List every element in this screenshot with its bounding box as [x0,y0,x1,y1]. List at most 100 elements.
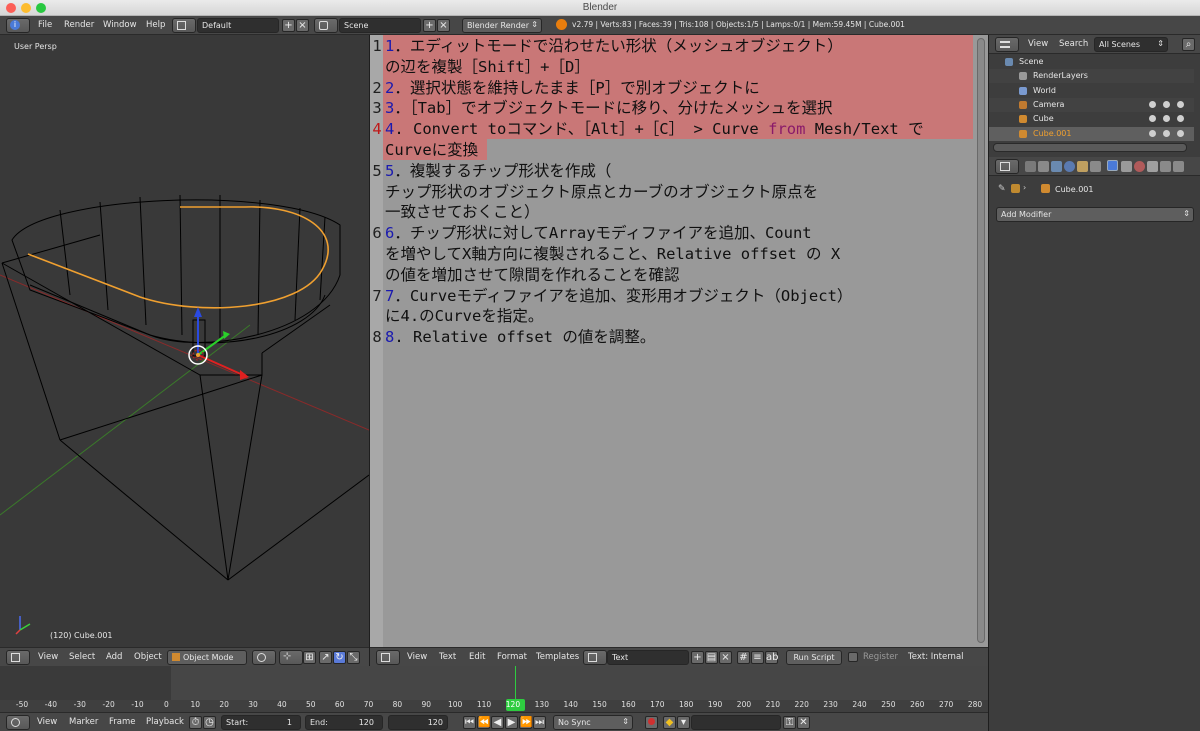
unlink-text-button[interactable]: × [719,651,732,664]
selected-curve[interactable] [27,206,329,309]
menu-window[interactable]: Window [103,20,137,30]
keying-set-field[interactable] [691,715,781,730]
translate-manipulator-button[interactable]: ↗ [319,651,332,664]
text-menu-format[interactable]: Format [497,652,527,662]
remove-layout-button[interactable]: × [296,19,309,32]
renderable-camera-icon[interactable] [1177,115,1184,123]
text-line[interactable]: 一致させておくこと） [385,202,985,222]
remove-scene-button[interactable]: × [437,19,450,32]
text-line[interactable]: の辺を複製［Shift］+［D］ [385,57,985,77]
scene-field[interactable]: Scene [339,18,421,33]
timeline-ruler[interactable] [0,700,988,712]
render-tab-icon[interactable] [1025,161,1036,172]
text-line[interactable]: の値を増加させて隙間を作れることを確認 [385,265,985,285]
viewport-menu-object[interactable]: Object [134,652,162,662]
outliner-item[interactable]: Cube [989,112,1194,126]
line-numbers-toggle[interactable]: # [737,651,750,664]
insert-keyframe-button[interactable]: ⚿ [783,716,796,729]
screen-layout-browse-button[interactable] [172,18,196,33]
y-manipulator[interactable] [197,334,227,356]
text-datablock-field[interactable]: Text [607,650,689,665]
editor-type-3d-view-button[interactable] [6,650,30,665]
register-checkbox[interactable] [848,652,858,662]
timeline-menu-view[interactable]: View [37,717,57,727]
text-line[interactable]: 7．Curveモディファイアを追加、変形用オブジェクト（Object） [385,286,985,306]
viewport-shading-button[interactable] [252,650,276,665]
text-line[interactable]: 8. Relative offset の値を調整。 [385,327,985,347]
text-line[interactable]: Curveに変換 [385,140,985,160]
data-tab-icon[interactable] [1121,161,1132,172]
pin-icon[interactable]: ✎ [998,184,1006,194]
manipulator-toggle-button[interactable]: ⊞ [303,651,316,664]
outliner-item[interactable]: World [989,84,1194,98]
rotate-manipulator-button[interactable]: ↻ [333,651,346,664]
render-layers-tab-icon[interactable] [1038,161,1049,172]
object-tab-icon[interactable] [1077,161,1088,172]
render-engine-dropdown[interactable]: Blender Render ⇕ [462,18,542,33]
3d-viewport[interactable]: User Persp (120) Cube.001 [0,35,369,647]
properties-editor[interactable]: ✎ › Cube.001 Add Modifier ⇕ [989,157,1200,731]
world-tab-icon[interactable] [1064,161,1075,172]
viewport-menu-select[interactable]: Select [69,652,95,662]
jump-start-button[interactable]: ⏮ [463,716,476,729]
outliner-item[interactable]: RenderLayers [989,69,1194,84]
editor-type-outliner-button[interactable] [995,37,1019,52]
text-menu-templates[interactable]: Templates [536,652,579,662]
particles-tab-icon[interactable] [1160,161,1171,172]
pivot-point-button[interactable]: ⊹ [279,650,303,665]
visibility-eye-icon[interactable] [1149,100,1156,108]
text-line[interactable]: 5．複製するチップ形状を作成（ [385,161,985,181]
viewport-menu-add[interactable]: Add [106,652,122,662]
viewport-menu-view[interactable]: View [38,652,58,662]
record-button[interactable] [645,716,658,729]
outliner-menu-search[interactable]: Search [1059,39,1088,49]
text-scrollbar[interactable] [977,38,985,643]
jump-end-button[interactable]: ⏭ [533,716,546,729]
screen-layout-field[interactable]: Default [197,18,279,33]
modifiers-tab-icon[interactable] [1107,160,1118,171]
mode-dropdown[interactable]: Object Mode [167,650,247,665]
run-script-button[interactable]: Run Script [786,650,842,665]
next-keyframe-button[interactable]: ⏩ [519,716,532,729]
timeline-menu-playback[interactable]: Playback [146,717,184,727]
selectable-cursor-icon[interactable] [1163,100,1170,108]
sync-dropdown[interactable]: No Sync ⇕ [553,715,633,730]
text-line[interactable]: 6．チップ形状に対してArrayモディファイアを追加、Count [385,223,985,243]
outliner[interactable]: View Search All Scenes ⇕ ⌕ Scene RenderLa… [989,35,1200,155]
constraints-tab-icon[interactable] [1090,161,1101,172]
text-line[interactable]: 4. Convert toコマンド、［Alt］+［C］ > Curve from… [385,119,985,139]
outliner-hscrollbar[interactable] [993,143,1187,152]
scene-browse-button[interactable] [314,18,338,33]
outliner-filter-dropdown[interactable]: All Scenes ⇕ [1094,37,1168,52]
open-text-button[interactable]: ▤ [705,651,718,664]
editor-type-timeline-button[interactable] [6,715,30,730]
timeline-playhead[interactable] [515,666,516,700]
delete-keyframe-button[interactable]: ✕ [797,716,810,729]
editor-type-properties-button[interactable] [995,159,1019,174]
material-tab-icon[interactable] [1134,161,1145,172]
menu-file[interactable]: File [38,20,52,30]
end-frame-field[interactable]: End: 120 [305,715,383,730]
text-line[interactable]: 2．選択状態を維持したまま［P］で別オブジェクトに [385,78,985,98]
add-scene-button[interactable]: + [423,19,436,32]
play-reverse-button[interactable]: ◀ [491,716,504,729]
editor-type-text-button[interactable] [376,650,400,665]
text-menu-view[interactable]: View [407,652,427,662]
menu-help[interactable]: Help [146,20,165,30]
keyframe-type-button[interactable]: ▾ [677,716,690,729]
clock-button[interactable]: ◷ [203,716,216,729]
prev-keyframe-button[interactable]: ⏪ [477,716,490,729]
word-wrap-toggle[interactable]: ≡ [751,651,764,664]
current-frame-field[interactable]: 120 [388,715,448,730]
menu-render[interactable]: Render [64,20,94,30]
play-button[interactable]: ▶ [505,716,518,729]
text-editor[interactable]: 1 1．エディットモードで沿わせたい形状（メッシュオブジェクト） の辺を複製［Shi… [370,35,988,647]
x-manipulator[interactable] [197,354,244,376]
outliner-search-button[interactable]: ⌕ [1182,38,1195,51]
selectable-cursor-icon[interactable] [1163,129,1170,137]
outliner-menu-view[interactable]: View [1028,39,1048,49]
visibility-eye-icon[interactable] [1149,115,1156,123]
visibility-eye-icon[interactable] [1149,129,1156,137]
renderable-camera-icon[interactable] [1177,129,1184,137]
text-browse-button[interactable] [583,650,607,665]
